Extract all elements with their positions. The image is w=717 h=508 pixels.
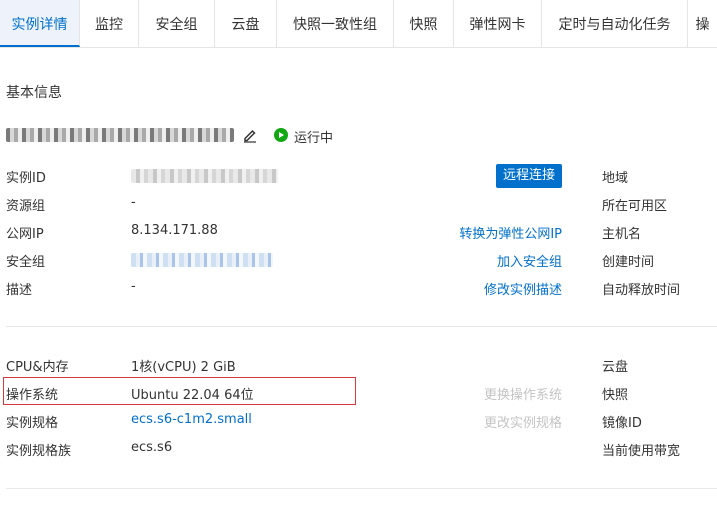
instance-spec-label: 实例规格 — [6, 416, 59, 431]
remote-connect-button[interactable]: 远程连接 — [496, 164, 562, 188]
bandwidth-label: 当前使用带宽 — [602, 444, 681, 459]
instance-id-value-redacted — [131, 169, 278, 183]
change-os-link: 更换操作系统 — [483, 388, 562, 403]
resource-group-label: 资源组 — [6, 199, 46, 214]
created-time-label: 创建时间 — [602, 255, 655, 270]
instance-spec-value[interactable]: ecs.s6-c1m2.small — [131, 412, 252, 427]
tab-instance-details[interactable]: 实例详情 — [0, 0, 80, 47]
tab-security-group[interactable]: 安全组 — [139, 0, 215, 47]
running-status-icon — [274, 128, 288, 142]
hostname-label: 主机名 — [602, 227, 642, 242]
disk-label: 云盘 — [602, 360, 629, 375]
instance-name-redacted — [6, 128, 234, 142]
spec-family-label: 实例规格族 — [6, 444, 72, 459]
public-ip-label: 公网IP — [6, 227, 44, 242]
instance-id-label: 实例ID — [6, 171, 46, 186]
cpu-memory-value: 1核(vCPU) 2 GiB — [131, 360, 236, 375]
tab-snapshot-consistency-group[interactable]: 快照一致性组 — [277, 0, 394, 47]
modify-description-link[interactable]: 修改实例描述 — [484, 279, 562, 298]
join-security-group-link[interactable]: 加入安全组 — [497, 251, 562, 270]
auto-release-time-label: 自动释放时间 — [602, 283, 681, 298]
os-value: Ubuntu 22.04 64位 — [131, 388, 254, 403]
image-id-label: 镜像ID — [602, 416, 642, 431]
os-label: 操作系统 — [6, 388, 59, 403]
divider — [6, 326, 717, 327]
tab-scheduled-tasks[interactable]: 定时与自动化任务 — [542, 0, 688, 47]
edit-icon[interactable] — [242, 127, 258, 143]
description-label: 描述 — [6, 283, 33, 298]
change-spec-link: 更改实例规格 — [483, 416, 562, 431]
resource-group-value: - — [131, 195, 136, 210]
cpu-memory-label: CPU&内存 — [6, 360, 69, 375]
instance-name-row: 运行中 — [6, 125, 366, 146]
tab-cloud-disk[interactable]: 云盘 — [215, 0, 277, 47]
security-group-label: 安全组 — [6, 255, 46, 270]
tab-snapshot[interactable]: 快照 — [394, 0, 454, 47]
security-group-value-redacted[interactable] — [131, 253, 273, 267]
public-ip-value: 8.134.171.88 — [131, 223, 218, 238]
divider — [6, 488, 717, 489]
tab-monitoring[interactable]: 监控 — [80, 0, 139, 47]
tab-eni[interactable]: 弹性网卡 — [454, 0, 542, 47]
zone-label: 所在可用区 — [602, 199, 668, 214]
description-value: - — [131, 279, 136, 294]
region-label: 地域 — [602, 171, 629, 186]
section-title: 基本信息 — [6, 85, 62, 101]
status-text: 运行中 — [294, 131, 334, 146]
spec-family-value: ecs.s6 — [131, 440, 173, 455]
convert-eip-link[interactable]: 转换为弹性公网IP — [459, 223, 562, 242]
snapshot-label: 快照 — [602, 388, 629, 403]
tab-more[interactable]: 操 — [688, 0, 717, 47]
tab-bar: 实例详情 监控 安全组 云盘 快照一致性组 快照 弹性网卡 定时与自动化任务 操 — [0, 0, 717, 48]
